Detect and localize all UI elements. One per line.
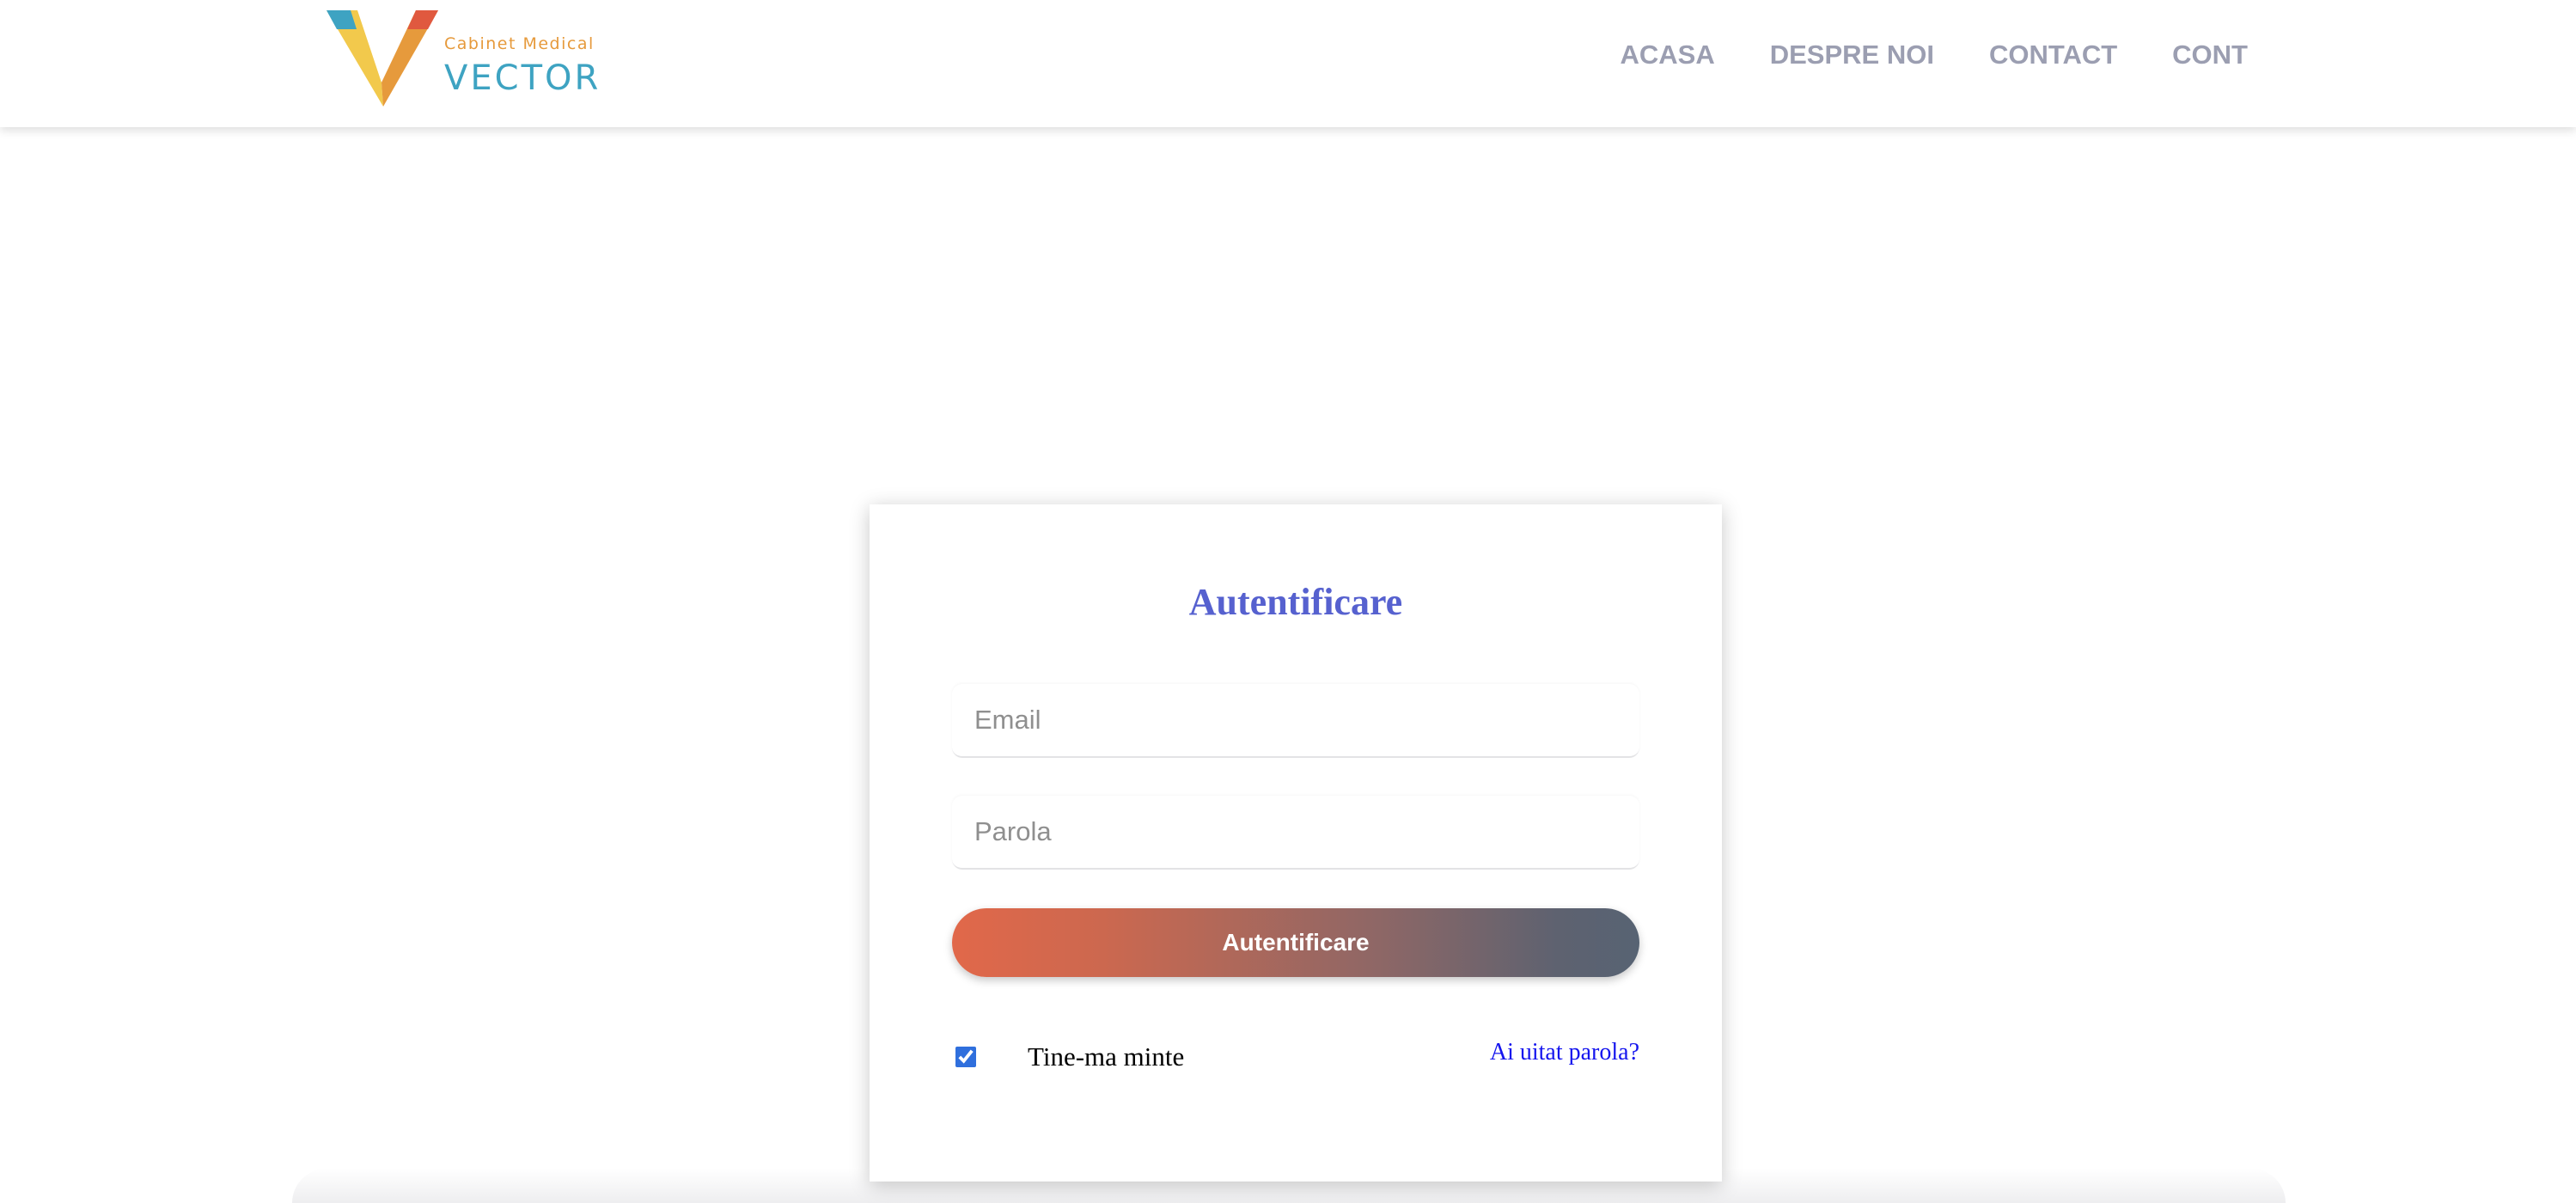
nav-item-acasa[interactable]: ACASA <box>1620 38 1714 72</box>
remember-checkbox[interactable] <box>955 1047 976 1067</box>
v-logo-icon <box>327 10 438 107</box>
login-title: Autentificare <box>1188 581 1403 623</box>
forgot-password-link[interactable]: Ai uitat parola? <box>1490 1039 1639 1066</box>
nav-item-contact[interactable]: CONTACT <box>1989 38 2117 72</box>
email-input[interactable] <box>952 684 1639 758</box>
brand-logo[interactable]: Cabinet Medical VECTOR <box>327 9 610 108</box>
nav-item-despre-noi[interactable]: DESPRE NOI <box>1770 38 1934 72</box>
nav-item-cont[interactable]: CONT <box>2172 38 2248 72</box>
remember-me[interactable]: Tine-ma minte <box>955 1041 1184 1072</box>
brand-tagline: Cabinet Medical <box>444 34 595 53</box>
main-nav: ACASA DESPRE NOI CONTACT CONT <box>1620 38 2248 72</box>
login-card: Autentificare Autentificare Tine-ma mint… <box>870 504 1722 1182</box>
site-header: Cabinet Medical VECTOR ACASA DESPRE NOI … <box>0 0 2576 127</box>
password-input[interactable] <box>952 796 1639 870</box>
brand-name: VECTOR <box>444 58 601 98</box>
remember-label: Tine-ma minte <box>1028 1041 1185 1072</box>
login-button[interactable]: Autentificare <box>952 908 1639 977</box>
